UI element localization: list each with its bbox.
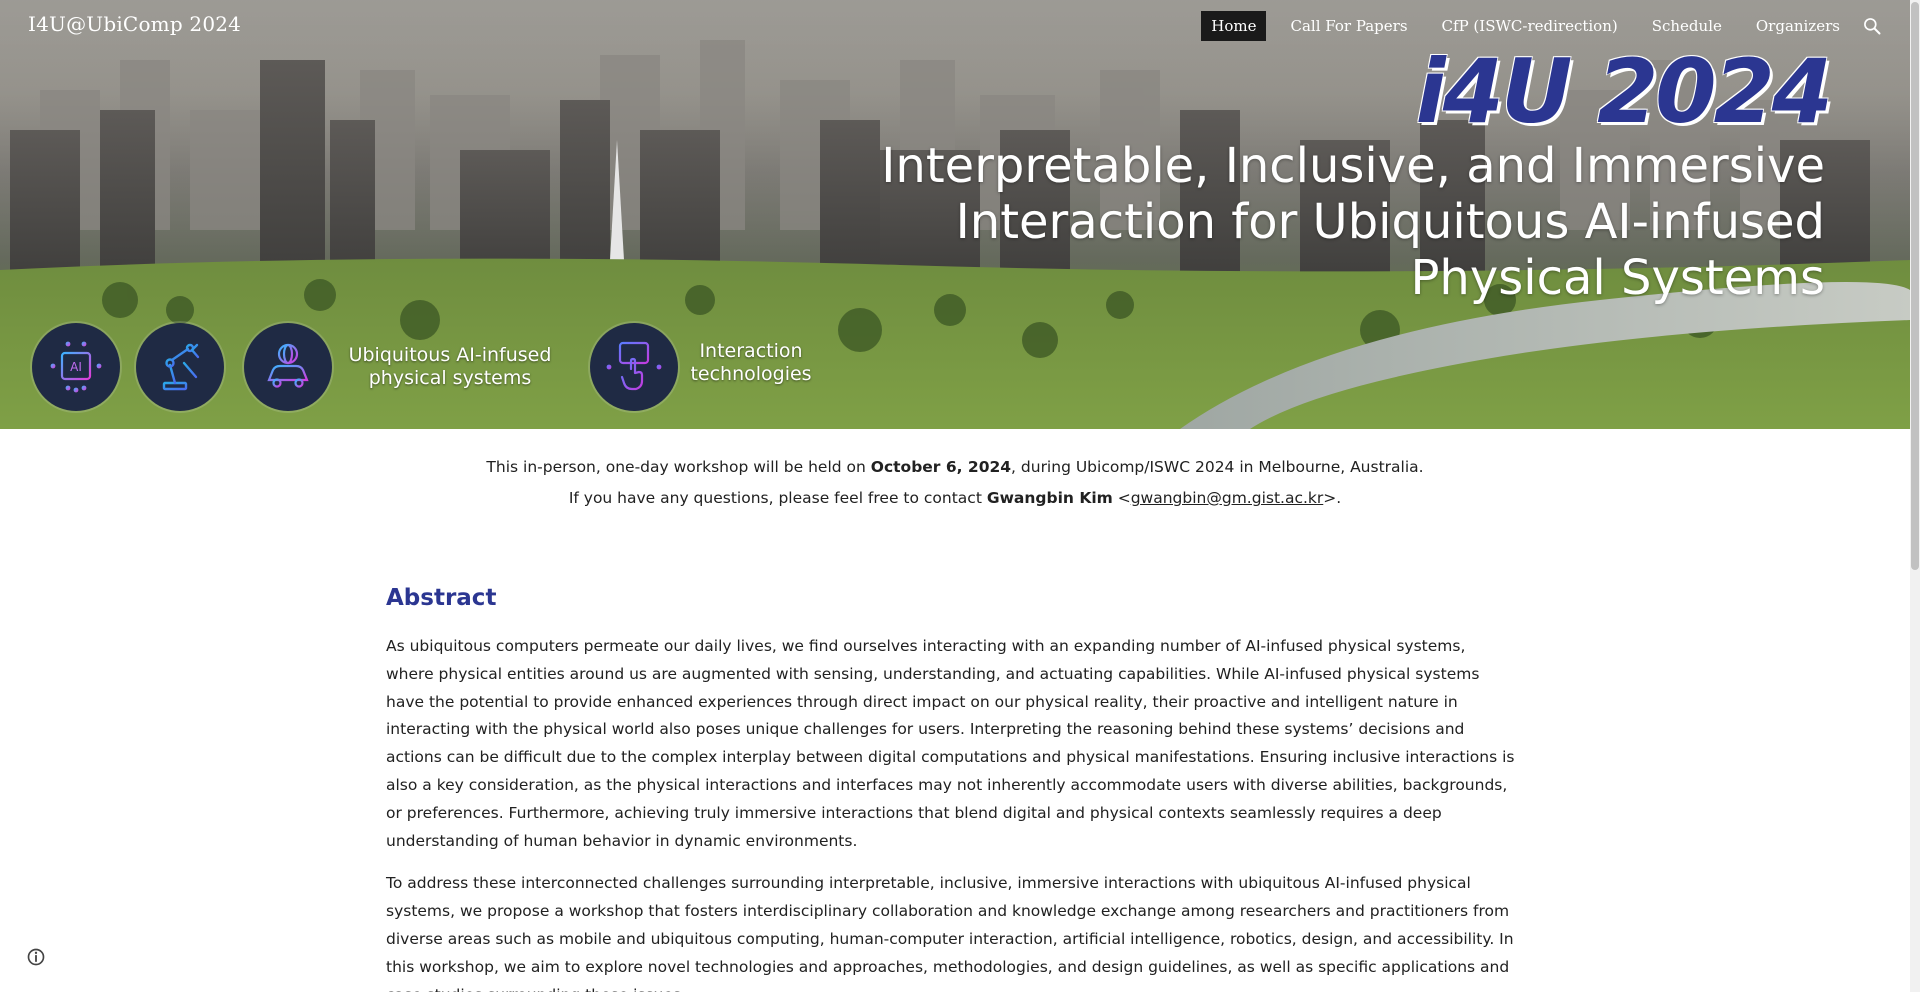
site-title[interactable]: I4U@UbiComp 2024 (28, 12, 241, 36)
brand-logo: i4U 2024 (1415, 40, 1833, 143)
abstract-section: Abstract As ubiquitous computers permeat… (386, 585, 1516, 992)
headline-line: Interaction for Ubiquitous AI-infused (955, 194, 1825, 250)
touch-interaction-icon (590, 323, 678, 411)
ai-chip-text: AI (70, 360, 82, 374)
nav-cfp-iswc-redirection[interactable]: CfP (ISWC-redirection) (1432, 11, 1628, 41)
intro-line-contact: If you have any questions, please feel f… (0, 489, 1910, 507)
headline-line: Physical Systems (1410, 250, 1825, 306)
abstract-paragraph: As ubiquitous computers permeate our dai… (386, 637, 1515, 850)
abstract-heading: Abstract (386, 585, 497, 611)
ai-chip-icon: AI (32, 323, 120, 411)
topic-label-line: Interaction (699, 340, 803, 362)
intro-text: , during Ubicomp/ISWC 2024 in Melbourne,… (1011, 458, 1424, 476)
top-nav: Home Call For Papers CfP (ISWC-redirecti… (1187, 11, 1850, 41)
topic-label-line: technologies (690, 363, 812, 385)
smart-car-icon (244, 323, 332, 411)
nav-schedule[interactable]: Schedule (1642, 11, 1732, 41)
info-icon[interactable] (26, 947, 46, 967)
headline-line: Interpretable, Inclusive, and Immersive (881, 138, 1825, 194)
topic-label-interaction: Interaction technologies (681, 340, 821, 386)
contact-email-link[interactable]: gwangbin@gm.gist.ac.kr (1131, 489, 1324, 507)
nav-home[interactable]: Home (1201, 11, 1267, 41)
intro-text: If you have any questions, please feel f… (568, 489, 987, 507)
workshop-date: October 6, 2024 (870, 458, 1012, 476)
nav-call-for-papers[interactable]: Call For Papers (1280, 11, 1417, 41)
intro-section: This in-person, one-day workshop will be… (0, 458, 1910, 520)
hero-headline: Interpretable, Inclusive, and Immersive … (825, 138, 1825, 306)
topic-label-line: Ubiquitous AI-infused (348, 344, 552, 366)
scrollbar[interactable] (1910, 0, 1920, 992)
robot-arm-icon (136, 323, 224, 411)
intro-line-date: This in-person, one-day workshop will be… (0, 458, 1910, 476)
hero-banner: I4U@UbiComp 2024 Home Call For Papers Cf… (0, 0, 1910, 429)
topic-label-line: physical systems (368, 367, 532, 389)
abstract-paragraph: To address these interconnected challeng… (386, 874, 1514, 992)
intro-text: < (1112, 489, 1131, 507)
nav-organizers[interactable]: Organizers (1746, 11, 1850, 41)
scrollbar-thumb[interactable] (1911, 2, 1919, 570)
search-icon[interactable] (1862, 16, 1882, 36)
contact-name: Gwangbin Kim (986, 489, 1113, 507)
intro-text: >. (1323, 489, 1342, 507)
topic-label-systems: Ubiquitous AI-infused physical systems (340, 344, 560, 390)
intro-text: This in-person, one-day workshop will be… (486, 458, 871, 476)
